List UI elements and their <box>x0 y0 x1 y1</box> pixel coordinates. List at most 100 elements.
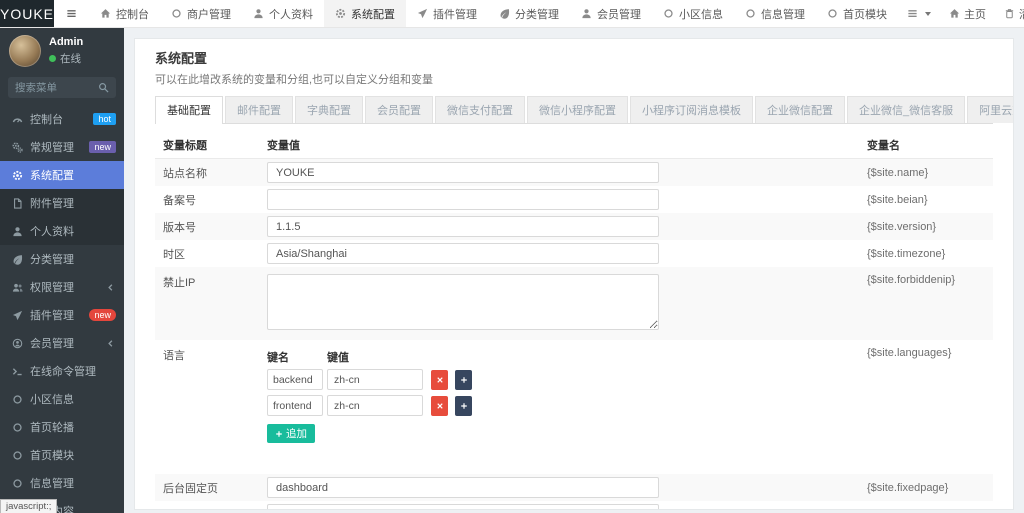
sidebar: Admin 在线 搜索菜单 控制台 hot 常规管理 new 系统配置 附件管理 个… <box>0 28 124 513</box>
topnav-home-modules[interactable]: 首页模块 <box>816 0 898 27</box>
sidebar-item-info-manage[interactable]: 信息管理 <box>0 469 124 497</box>
new-badge: new <box>89 309 116 321</box>
link-preview-statusbar: javascript:; <box>0 499 58 513</box>
topnav-profile[interactable]: 个人资料 <box>242 0 324 27</box>
kv-row <box>267 395 851 416</box>
gears-icon <box>12 142 23 153</box>
caret-down-icon <box>925 11 932 16</box>
table-row: 站点名称 {$site.name} <box>155 159 993 186</box>
topbar-right-tools: 主页 清除缓存 Admin <box>898 0 1024 27</box>
new-badge: new <box>89 141 116 153</box>
version-input[interactable] <box>267 216 659 237</box>
sidebar-item-attachments[interactable]: 附件管理 <box>0 189 124 217</box>
circle-icon <box>12 394 23 405</box>
topnav-dashboard[interactable]: 控制台 <box>89 0 160 27</box>
plus-icon <box>275 430 283 438</box>
kv-row <box>267 369 851 390</box>
page-title: 系统配置 <box>155 51 208 66</box>
sidebar-item-members[interactable]: 会员管理 <box>0 329 124 357</box>
sidebar-item-home-modules[interactable]: 首页模块 <box>0 441 124 469</box>
add-row-button[interactable] <box>455 395 472 416</box>
base-img-url-input[interactable] <box>267 504 659 509</box>
col-header-title: 变量标题 <box>163 140 207 152</box>
sidebar-item-auth[interactable]: 权限管理 <box>0 273 124 301</box>
tab-wecom-customer-service[interactable]: 企业微信_微信客服 <box>847 96 966 123</box>
table-row: 版本号 {$site.version} <box>155 213 993 240</box>
delete-row-button[interactable] <box>431 395 448 416</box>
tab-basic-config[interactable]: 基础配置 <box>155 96 223 124</box>
avatar[interactable] <box>9 35 41 67</box>
topnav-category[interactable]: 分类管理 <box>488 0 570 27</box>
sidebar-user-status: 在线 <box>49 51 83 66</box>
tab-aliyun-oss[interactable]: 阿里云对象存储 <box>967 96 1013 123</box>
sidebar-item-community-info[interactable]: 小区信息 <box>0 385 124 413</box>
add-row-button[interactable] <box>455 369 472 390</box>
brand-logo[interactable]: YOUKE <box>0 0 55 27</box>
circle-icon <box>827 8 838 19</box>
plus-icon <box>460 402 468 410</box>
file-icon <box>12 198 23 209</box>
list-icon <box>907 8 918 19</box>
table-row: 时区 {$site.timezone} <box>155 240 993 267</box>
sidebar-item-command[interactable]: 在线命令管理 <box>0 357 124 385</box>
paper-plane-icon <box>12 310 23 321</box>
timezone-input[interactable] <box>267 243 659 264</box>
topnav-members[interactable]: 会员管理 <box>570 0 652 27</box>
home-button[interactable]: 主页 <box>940 6 995 22</box>
sidebar-item-general[interactable]: 常规管理 new <box>0 133 124 161</box>
sidebar-item-dashboard[interactable]: 控制台 hot <box>0 105 124 133</box>
tab-dictionary-config[interactable]: 字典配置 <box>295 96 363 123</box>
kv-headers: 键名 键值 <box>267 352 349 364</box>
language-key-input[interactable] <box>267 369 323 390</box>
topnav-community-info[interactable]: 小区信息 <box>652 0 734 27</box>
circle-icon <box>171 8 182 19</box>
sidebar-toggle-button[interactable] <box>54 0 89 27</box>
language-value-input[interactable] <box>327 369 423 390</box>
tab-wecom-config[interactable]: 企业微信配置 <box>755 96 845 123</box>
chevron-left-icon <box>105 338 116 349</box>
tab-member-config[interactable]: 会员配置 <box>365 96 433 123</box>
user-icon <box>253 8 264 19</box>
delete-row-button[interactable] <box>431 369 448 390</box>
table-row: 后台固定页 {$site.fixedpage} <box>155 474 993 501</box>
language-key-input[interactable] <box>267 395 323 416</box>
top-navbar: YOUKE 控制台 商户管理 个人资料 系统配置 插件管理 分类管理 会员管理 … <box>0 0 1024 28</box>
beian-input[interactable] <box>267 189 659 210</box>
main-content: 系统配置 可以在此增改系统的变量和分组,也可以自定义分组和变量 基础配置 邮件配… <box>124 28 1024 513</box>
tab-wechat-miniapp-config[interactable]: 微信小程序配置 <box>527 96 628 123</box>
gear-icon <box>335 8 346 19</box>
circle-icon <box>12 478 23 489</box>
user-circle-icon <box>12 338 23 349</box>
tabs-list-dropdown[interactable] <box>898 8 940 19</box>
x-icon <box>436 402 444 410</box>
sidebar-item-category[interactable]: 分类管理 <box>0 245 124 273</box>
tab-miniapp-subscribe-template[interactable]: 小程序订阅消息模板 <box>630 96 753 123</box>
topnav-info-manage[interactable]: 信息管理 <box>734 0 816 27</box>
topnav-addons[interactable]: 插件管理 <box>406 0 488 27</box>
sidebar-item-addons[interactable]: 插件管理 new <box>0 301 124 329</box>
circle-icon <box>12 422 23 433</box>
language-value-input[interactable] <box>327 395 423 416</box>
topnav-merchant[interactable]: 商户管理 <box>160 0 242 27</box>
tab-wechat-pay-config[interactable]: 微信支付配置 <box>435 96 525 123</box>
tab-mail-config[interactable]: 邮件配置 <box>225 96 293 123</box>
gauge-icon <box>12 114 23 125</box>
topnav-system-config[interactable]: 系统配置 <box>324 0 407 27</box>
forbidden-ip-textarea[interactable] <box>267 274 659 330</box>
sidebar-menu: 控制台 hot 常规管理 new 系统配置 附件管理 个人资料 分类管理 权限管理 … <box>0 105 124 513</box>
search-icon <box>98 82 109 93</box>
clear-cache-button[interactable]: 清除缓存 <box>995 6 1024 22</box>
sidebar-username: Admin <box>49 36 84 48</box>
site-name-input[interactable] <box>267 162 659 183</box>
append-button[interactable]: 追加 <box>267 424 315 443</box>
gear-icon <box>12 170 23 181</box>
user-icon <box>581 8 592 19</box>
home-icon <box>949 8 960 19</box>
sidebar-item-profile[interactable]: 个人资料 <box>0 217 124 245</box>
sidebar-item-home-carousel[interactable]: 首页轮播 <box>0 413 124 441</box>
sidebar-user-panel: Admin 在线 <box>0 28 124 72</box>
leaf-icon <box>12 254 23 265</box>
fixed-page-input[interactable] <box>267 477 659 498</box>
menu-search-input[interactable]: 搜索菜单 <box>8 77 116 98</box>
sidebar-item-system-config[interactable]: 系统配置 <box>0 161 124 189</box>
